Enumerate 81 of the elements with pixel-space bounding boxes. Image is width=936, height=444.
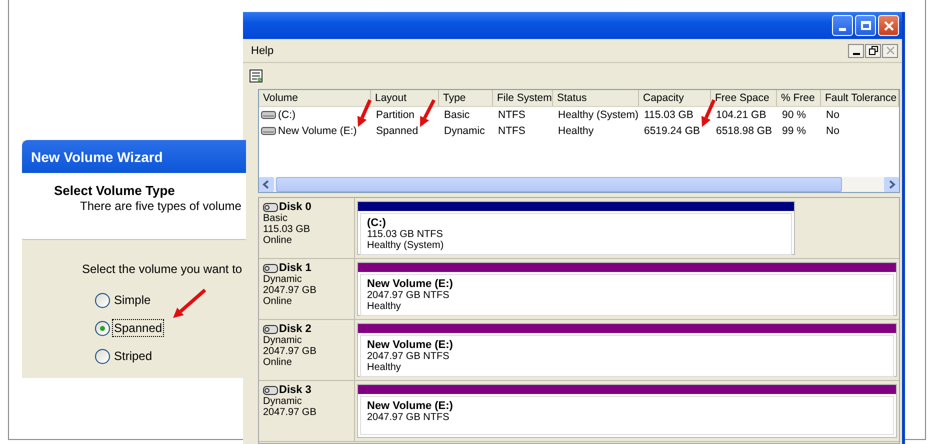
drive-icon	[261, 111, 276, 119]
minimize-button[interactable]	[848, 44, 864, 58]
table-cell: 6518.98 GB	[716, 125, 772, 137]
restore-button[interactable]	[865, 44, 881, 58]
column-header[interactable]: Volume	[259, 90, 371, 106]
disk-type: Dynamic	[263, 396, 303, 407]
wizard-prompt: Select the volume you want to	[82, 262, 244, 276]
disk-size: 115.03 GB	[263, 224, 312, 235]
partition-block[interactable]: New Volume (E:) 2047.97 GB NTFS	[357, 384, 897, 438]
radio-label[interactable]: Simple	[113, 292, 152, 308]
drive-icon	[261, 127, 276, 135]
disk-name: Disk 3	[279, 384, 312, 396]
partition-block[interactable]: New Volume (E:) 2047.97 GB NTFS Healthy	[357, 262, 897, 316]
disk-size: 2047.97 GB	[263, 346, 318, 357]
annotation-arrow	[173, 288, 206, 318]
disk-type: Dynamic	[263, 335, 303, 346]
radio-button[interactable]	[95, 292, 110, 308]
properties-icon[interactable]	[249, 69, 263, 83]
partition-status: Healthy	[367, 362, 402, 373]
column-header[interactable]: File System	[493, 90, 553, 106]
partition-detail: 2047.97 GB NTFS	[367, 412, 450, 423]
annotation-arrow	[420, 99, 436, 127]
wizard-subheading: There are five types of volume	[79, 199, 242, 213]
radio-label[interactable]: Spanned	[113, 320, 164, 336]
scroll-left-icon[interactable]	[259, 177, 274, 192]
table-cell: Spanned	[376, 125, 418, 137]
column-header[interactable]: Layout	[371, 90, 439, 106]
disk-status: Online	[263, 296, 293, 307]
partition-status: Healthy (System)	[367, 240, 445, 251]
scroll-right-icon[interactable]	[884, 177, 899, 192]
table-cell: 6519.24 GB	[644, 125, 700, 137]
disk-name: Disk 0	[279, 201, 312, 213]
window-title: New Volume Wizard	[31, 148, 163, 164]
disk-type: Dynamic	[263, 274, 303, 285]
partition-block[interactable]: New Volume (E:) 2047.97 GB NTFS Healthy	[357, 323, 897, 377]
partition-detail: 2047.97 GB NTFS	[367, 351, 450, 362]
table-cell: 90 %	[782, 109, 806, 121]
disk-name: Disk 1	[279, 262, 312, 274]
partition-detail: 115.03 GB NTFS	[367, 229, 444, 240]
disk-type: Basic	[263, 213, 288, 224]
disk-status: Online	[263, 357, 293, 368]
partition-block[interactable]: (C:) 115.03 GB NTFS Healthy (System)	[357, 201, 795, 255]
table-cell: No	[826, 125, 840, 137]
column-header[interactable]: Capacity	[639, 90, 711, 106]
maximize-button[interactable]	[855, 15, 876, 36]
partition-name: (C:)	[367, 217, 387, 229]
radio-button[interactable]	[95, 348, 110, 364]
radio-label[interactable]: Striped	[113, 348, 154, 364]
table-cell: Dynamic	[444, 125, 485, 137]
table-cell-text: (C:)	[278, 108, 296, 123]
column-header[interactable]: Free Space	[711, 90, 777, 106]
table-cell: Healthy (System)	[558, 109, 639, 121]
table-cell-text: New Volume (E:)	[278, 124, 357, 139]
wizard-heading: Select Volume Type	[54, 183, 176, 198]
restore-icon[interactable]	[868, 46, 878, 55]
table-cell: Healthy	[558, 125, 594, 137]
column-header[interactable]: Status	[553, 90, 639, 106]
partition-status: Healthy	[367, 301, 402, 312]
menu-item[interactable]: Help	[251, 44, 274, 56]
table-cell: 99 %	[782, 125, 806, 137]
partition-name: New Volume (E:)	[367, 400, 454, 412]
column-header[interactable]: Fault Tolerance	[821, 90, 899, 106]
annotation-arrow	[358, 99, 372, 127]
partition-detail: 2047.97 GB NTFS	[367, 290, 450, 301]
table-cell: NTFS	[498, 125, 526, 137]
annotation-arrow	[702, 99, 716, 127]
disk-size: 2047.97 GB	[263, 407, 318, 418]
table-cell: NTFS	[498, 109, 526, 121]
table-cell: 115.03 GB	[644, 109, 694, 121]
column-header[interactable]: % Free	[777, 90, 821, 106]
table-cell: Partition	[376, 109, 415, 121]
table-cell: 104.21 GB	[716, 109, 766, 121]
partition-name: New Volume (E:)	[367, 339, 454, 351]
disk-status: Online	[263, 235, 293, 246]
disk-name: Disk 2	[279, 323, 312, 335]
table-cell: No	[826, 109, 840, 121]
table-cell: Basic	[444, 109, 470, 121]
radio-button[interactable]	[95, 320, 110, 336]
column-header[interactable]: Type	[439, 90, 493, 106]
partition-name: New Volume (E:)	[367, 278, 454, 290]
disk-size: 2047.97 GB	[263, 285, 318, 296]
